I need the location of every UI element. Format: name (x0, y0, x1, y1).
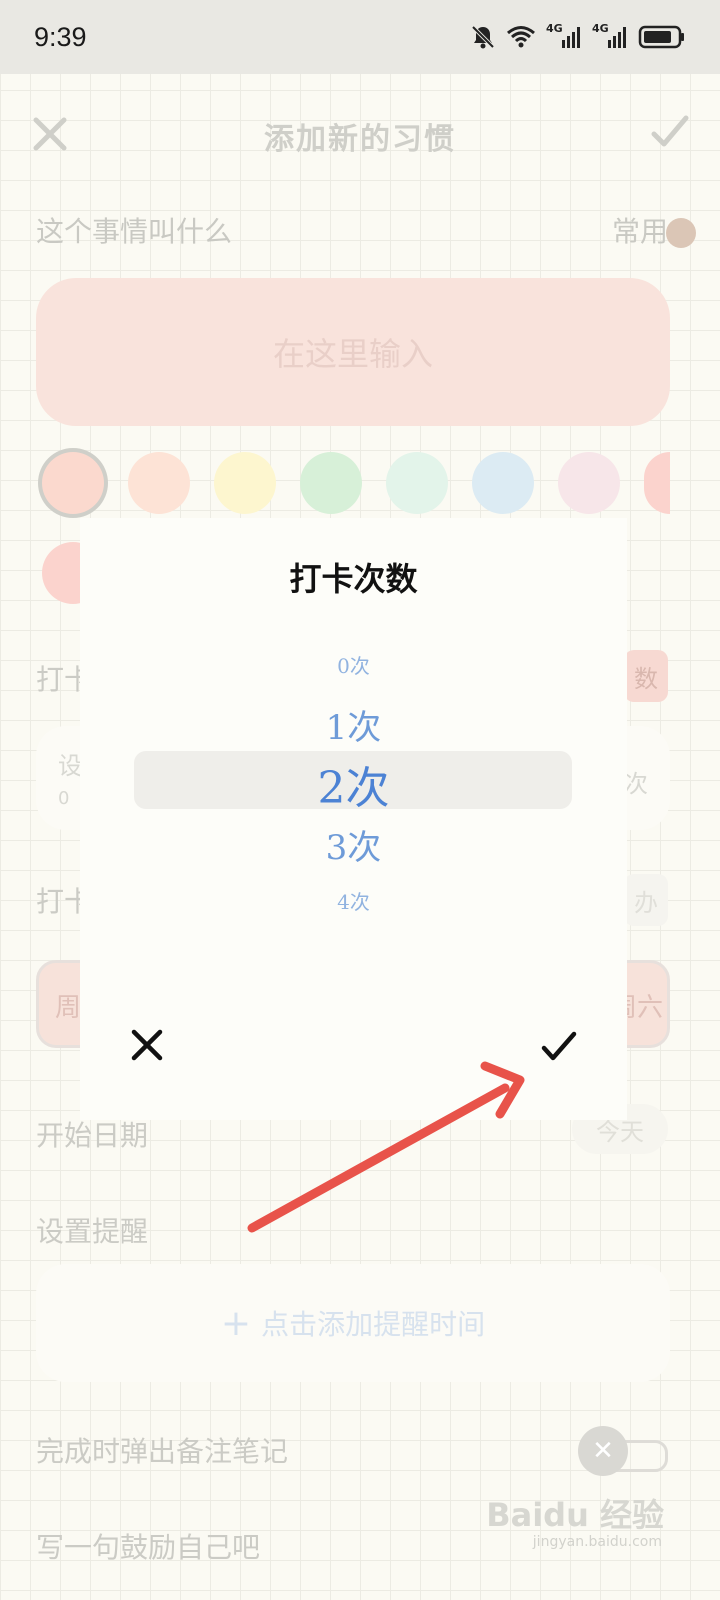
count-card-subtext: 0 (58, 788, 70, 809)
page-title: 添加新的习惯 (264, 122, 456, 157)
color-swatch[interactable] (42, 452, 104, 514)
add-reminder-button[interactable]: + 点击添加提醒时间 (36, 1264, 670, 1382)
picker-option-selected[interactable]: 2次 (80, 752, 627, 816)
dialog-title: 打卡次数 (289, 560, 418, 598)
common-button[interactable]: 常用 (612, 210, 668, 250)
start-date-label: 开始日期 (36, 1119, 149, 1152)
watermark-url: jingyan.baidu.com (532, 1534, 662, 1550)
picker-option[interactable]: 4次 (80, 886, 627, 915)
wifi-icon (506, 25, 536, 49)
picker-option[interactable]: 0次 (80, 650, 627, 679)
note-popup-label: 完成时弹出备注笔记 (36, 1435, 289, 1468)
close-icon[interactable] (128, 1026, 168, 1066)
chestnut-icon (666, 218, 696, 248)
color-swatch[interactable] (386, 452, 448, 514)
color-swatch[interactable] (300, 452, 362, 514)
habit-name-label: 这个事情叫什么 (36, 215, 233, 248)
color-swatch[interactable] (214, 452, 276, 514)
weekday-first[interactable]: 周 (55, 987, 81, 1024)
motto-label: 写一句鼓励自己吧 (36, 1531, 261, 1564)
count-card-value: 次 (624, 770, 648, 798)
reminder-label: 设置提醒 (36, 1215, 149, 1248)
checkin-count-dialog: 打卡次数 0次 1次 2次 3次 4次 (80, 518, 627, 1120)
toggle-off-icon: ✕ (578, 1426, 628, 1476)
watermark-logo: Baidu 经验 (486, 1496, 664, 1534)
color-swatch[interactable] (644, 452, 670, 514)
color-swatch[interactable] (128, 452, 190, 514)
add-reminder-label: 点击添加提醒时间 (261, 1308, 486, 1341)
battery-icon (638, 24, 686, 50)
check-icon[interactable] (650, 112, 690, 152)
signal-4g-icon: 4G (592, 22, 628, 50)
status-bar: 9:39 4G 4G (0, 0, 720, 74)
picker-option[interactable]: 1次 (80, 700, 627, 749)
count-card-text: 设 (58, 752, 82, 780)
color-swatch[interactable] (558, 452, 620, 514)
status-icons: 4G 4G (470, 22, 686, 50)
network-type-label: 4G (546, 22, 563, 35)
days-mode-chip[interactable]: 办 (624, 874, 668, 926)
count-mode-chip[interactable]: 数 (624, 650, 668, 702)
status-time: 9:39 (34, 21, 87, 52)
habit-name-input[interactable]: 在这里输入 (36, 278, 670, 426)
picker-option[interactable]: 3次 (80, 820, 627, 869)
signal-4g-icon: 4G (546, 22, 582, 50)
check-icon[interactable] (540, 1028, 578, 1066)
color-swatch[interactable] (472, 452, 534, 514)
plus-icon: + (220, 1302, 252, 1344)
note-popup-toggle[interactable]: ✕ (578, 1426, 668, 1476)
bell-muted-icon (470, 24, 496, 50)
network-type-label: 4G (592, 22, 609, 35)
